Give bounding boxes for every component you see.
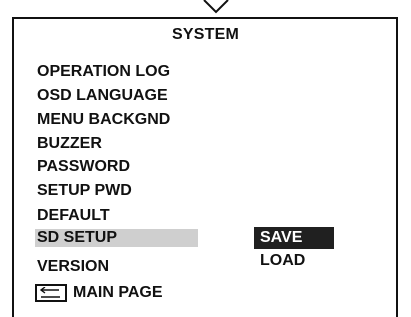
- menu-item-default[interactable]: DEFAULT: [37, 207, 110, 225]
- menu-item-password[interactable]: PASSWORD: [37, 158, 130, 176]
- menu-item-menu-backgnd[interactable]: MENU BACKGND: [37, 111, 170, 129]
- main-page-button[interactable]: MAIN PAGE: [35, 284, 162, 302]
- return-icon: [35, 284, 67, 302]
- menu-item-operation-log[interactable]: OPERATION LOG: [37, 63, 170, 81]
- menu-item-sd-setup[interactable]: SD SETUP: [35, 229, 198, 247]
- submenu-load[interactable]: LOAD: [254, 250, 334, 272]
- menu-item-buzzer[interactable]: BUZZER: [37, 135, 102, 153]
- main-page-label: MAIN PAGE: [73, 284, 163, 301]
- up-arrow-icon: [203, 0, 229, 14]
- menu-title: SYSTEM: [172, 26, 239, 43]
- menu-item-setup-pwd[interactable]: SETUP PWD: [37, 182, 132, 200]
- menu-item-version[interactable]: VERSION: [37, 258, 109, 276]
- submenu-save[interactable]: SAVE: [254, 227, 334, 249]
- menu-item-osd-language[interactable]: OSD LANGUAGE: [37, 87, 168, 105]
